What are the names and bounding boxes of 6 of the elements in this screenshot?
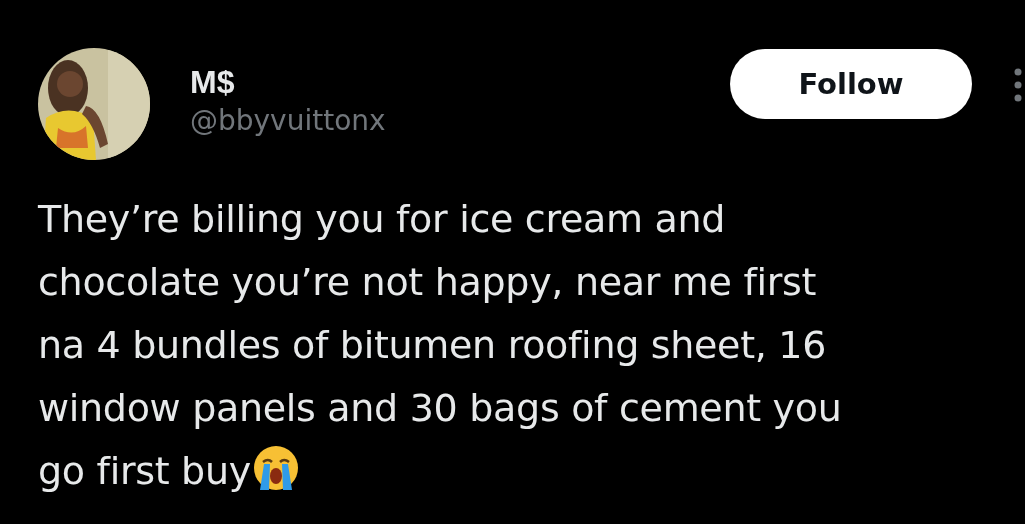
more-options-icon[interactable] bbox=[1014, 68, 1022, 102]
display-name: M$ bbox=[190, 63, 236, 101]
user-handle: @bbyvuittonx bbox=[190, 103, 386, 139]
tweet-text: go first buy bbox=[38, 449, 251, 493]
crying-face-icon bbox=[251, 444, 300, 492]
follow-button[interactable]: Follow bbox=[730, 49, 972, 119]
